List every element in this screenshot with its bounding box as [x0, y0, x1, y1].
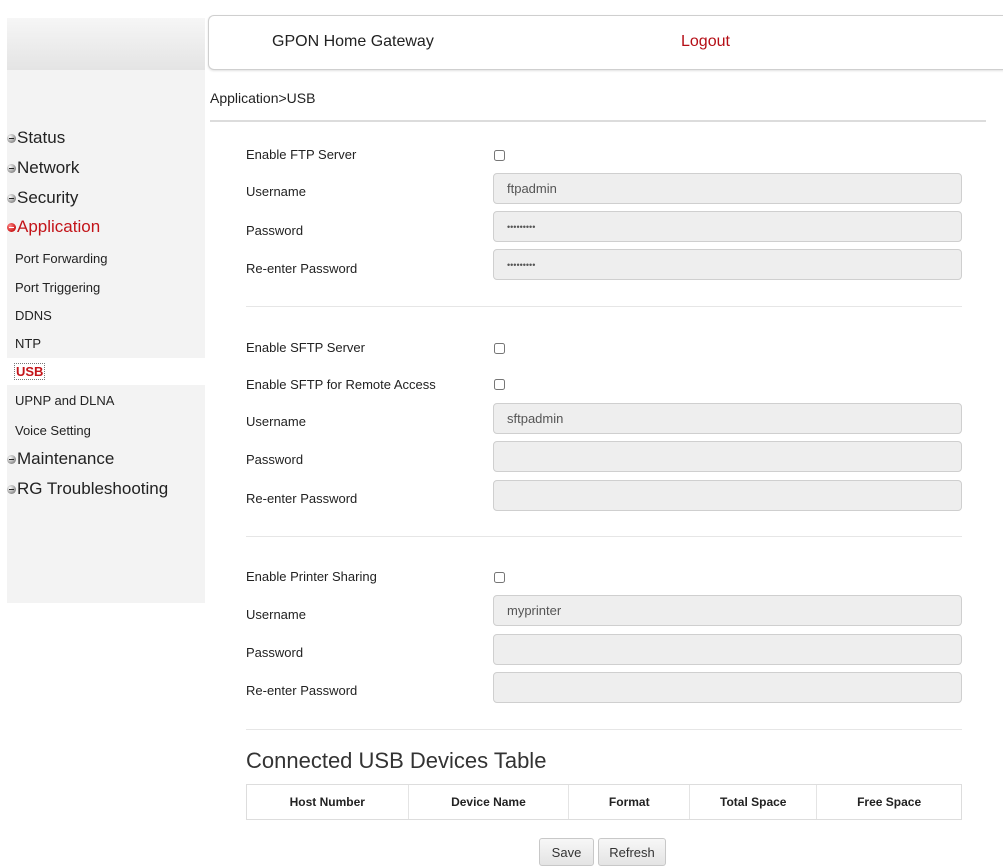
enable-ftp-label: Enable FTP Server: [246, 147, 357, 162]
divider: [246, 729, 962, 730]
expand-icon: [7, 193, 16, 203]
submenu-voice-setting[interactable]: Voice Setting: [15, 416, 91, 444]
submenu-ntp[interactable]: NTP: [15, 329, 41, 357]
enable-printer-sharing-label: Enable Printer Sharing: [246, 569, 377, 584]
submenu-usb[interactable]: USB: [13, 357, 46, 385]
submenu-label: Port Forwarding: [15, 250, 108, 266]
ftp-username-label: Username: [246, 184, 306, 199]
sftp-username-field[interactable]: [493, 403, 962, 434]
sftp-password-field[interactable]: [493, 441, 962, 472]
submenu-label: USB: [13, 362, 46, 380]
printer-password-field[interactable]: [493, 634, 962, 665]
expand-icon: [7, 454, 16, 464]
sftp-remote-access-checkbox[interactable]: [494, 379, 505, 390]
sftp-reenter-password-label: Re-enter Password: [246, 491, 358, 506]
submenu-label: Port Triggering: [15, 279, 101, 295]
sidebar-header: [7, 18, 205, 70]
column-header: Device Name: [407, 784, 569, 820]
submenu-port-triggering[interactable]: Port Triggering: [15, 273, 100, 301]
sidebar-item-rg-troubleshooting[interactable]: RG Troubleshooting: [7, 475, 168, 503]
logout-link[interactable]: Logout: [681, 33, 730, 51]
sidebar-item-security[interactable]: Security: [7, 184, 78, 212]
column-header: Free Space: [816, 784, 962, 820]
ftp-username-field[interactable]: [493, 173, 962, 204]
divider: [246, 536, 962, 537]
ftp-reenter-password-label: Re-enter Password: [246, 261, 358, 276]
ftp-password-field[interactable]: [493, 211, 962, 242]
column-header: Format: [568, 784, 690, 820]
divider: [246, 306, 962, 307]
submenu-ddns[interactable]: DDNS: [15, 301, 52, 329]
top-bar: GPON Home Gateway Logout: [208, 15, 1003, 70]
printer-username-field[interactable]: [493, 595, 962, 626]
expand-icon: [7, 484, 16, 494]
printer-password-label: Password: [246, 645, 304, 660]
printer-reenter-password-field[interactable]: [493, 672, 962, 703]
enable-printer-sharing-checkbox[interactable]: [494, 572, 505, 583]
enable-sftp-checkbox[interactable]: [494, 343, 505, 354]
column-header: Total Space: [689, 784, 817, 820]
gateway-title: GPON Home Gateway: [272, 33, 434, 50]
enable-ftp-checkbox[interactable]: [494, 150, 505, 161]
submenu-label: UPNP and DLNA: [15, 392, 115, 408]
sidebar-item-label: Status: [17, 128, 66, 147]
ftp-password-label: Password: [246, 223, 304, 238]
usb-devices-table: Host Number Device Name Format Total Spa…: [246, 784, 962, 820]
sidebar-item-maintenance[interactable]: Maintenance: [7, 445, 114, 473]
enable-sftp-label: Enable SFTP Server: [246, 340, 365, 355]
sidebar-item-label: Maintenance: [17, 449, 115, 468]
submenu-label: NTP: [15, 335, 41, 351]
sidebar-item-label: Application: [17, 217, 101, 236]
printer-username-label: Username: [246, 607, 306, 622]
sidebar-item-application[interactable]: Application: [7, 213, 100, 241]
sftp-reenter-password-field[interactable]: [493, 480, 962, 511]
sidebar-item-label: Security: [17, 188, 79, 207]
printer-reenter-password-label: Re-enter Password: [246, 683, 358, 698]
sidebar-item-label: Network: [17, 158, 80, 177]
sftp-remote-access-label: Enable SFTP for Remote Access: [246, 377, 436, 392]
sidebar-item-network[interactable]: Network: [7, 154, 79, 182]
expand-icon: [7, 133, 16, 143]
collapse-icon: [7, 222, 16, 232]
divider: [210, 120, 986, 122]
save-button[interactable]: Save: [539, 838, 594, 866]
column-header: Host Number: [246, 784, 409, 820]
submenu-label: Voice Setting: [15, 422, 91, 438]
submenu-port-forwarding[interactable]: Port Forwarding: [15, 244, 107, 272]
breadcrumb: Application>USB: [210, 90, 316, 106]
sidebar-item-label: RG Troubleshooting: [17, 479, 169, 498]
submenu-label: DDNS: [15, 307, 52, 323]
ftp-reenter-password-field[interactable]: [493, 249, 962, 280]
expand-icon: [7, 163, 16, 173]
sidebar-item-status[interactable]: Status: [7, 124, 65, 152]
usb-table-title: Connected USB Devices Table: [246, 748, 547, 773]
submenu-upnp-dlna[interactable]: UPNP and DLNA: [15, 386, 114, 414]
sftp-password-label: Password: [246, 452, 304, 467]
sftp-username-label: Username: [246, 414, 306, 429]
refresh-button[interactable]: Refresh: [598, 838, 666, 866]
